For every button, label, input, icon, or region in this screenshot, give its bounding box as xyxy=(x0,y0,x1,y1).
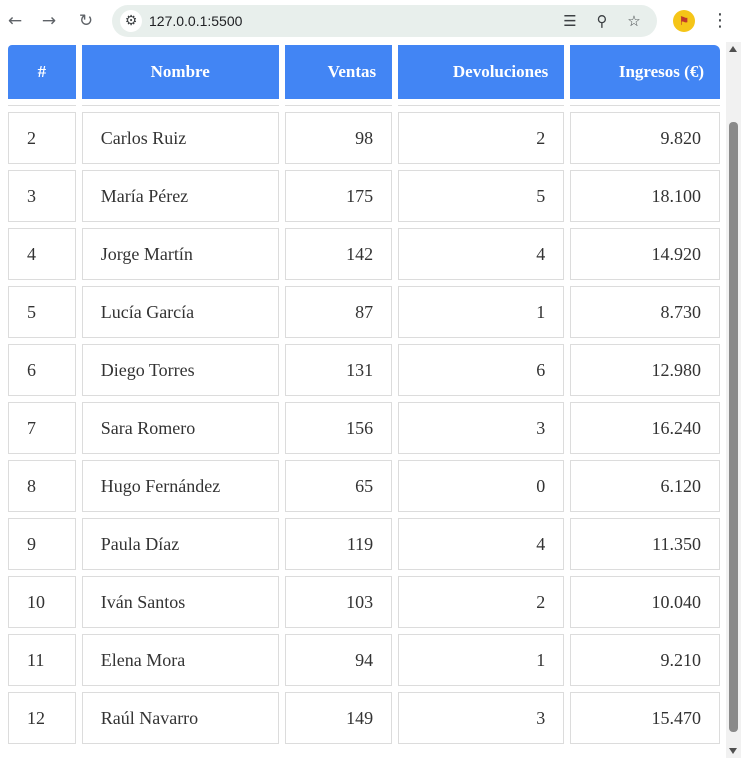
column-header-devoluciones: Devoluciones xyxy=(398,45,565,99)
url-text[interactable]: 127.0.0.1:5500 xyxy=(149,5,242,37)
cell-ingresos: 9.210 xyxy=(570,634,720,686)
table-row: 3 María Pérez 175 5 18.100 xyxy=(8,170,720,222)
cell-number: 8 xyxy=(8,460,76,512)
cell-ventas: 131 xyxy=(284,344,393,396)
cell-devoluciones: 5 xyxy=(398,170,565,222)
table-row: 11 Elena Mora 94 1 9.210 xyxy=(8,634,720,686)
table-cell xyxy=(570,105,720,106)
cell-name: Hugo Fernández xyxy=(81,460,279,512)
cell-number: 12 xyxy=(8,692,76,744)
translate-icon[interactable]: ☰ xyxy=(560,11,580,31)
cell-number: 3 xyxy=(8,170,76,222)
cell-name: María Pérez xyxy=(81,170,279,222)
cell-name: Sara Romero xyxy=(81,402,279,454)
cell-devoluciones: 3 xyxy=(398,402,565,454)
table-cell xyxy=(8,105,76,106)
cell-ventas: 142 xyxy=(284,228,393,280)
cell-number: 2 xyxy=(8,112,76,164)
cell-ventas: 119 xyxy=(284,518,393,570)
cell-devoluciones: 0 xyxy=(398,460,565,512)
cell-devoluciones: 4 xyxy=(398,228,565,280)
cell-ingresos: 15.470 xyxy=(570,692,720,744)
cell-number: 5 xyxy=(8,286,76,338)
vertical-scrollbar[interactable] xyxy=(726,42,741,758)
cell-ventas: 175 xyxy=(284,170,393,222)
cell-number: 4 xyxy=(8,228,76,280)
table-row: 7 Sara Romero 156 3 16.240 xyxy=(8,402,720,454)
cell-devoluciones: 2 xyxy=(398,112,565,164)
table-row: 4 Jorge Martín 142 4 14.920 xyxy=(8,228,720,280)
table-cell xyxy=(284,105,393,106)
cell-ingresos: 18.100 xyxy=(570,170,720,222)
cell-name: Raúl Navarro xyxy=(81,692,279,744)
table-row: 2 Carlos Ruiz 98 2 9.820 xyxy=(8,112,720,164)
arrow-left-icon[interactable]: ← xyxy=(4,10,26,32)
cell-ventas: 87 xyxy=(284,286,393,338)
scroll-down-icon[interactable] xyxy=(729,748,737,754)
browser-toolbar: ← → ↻ ⚙ 127.0.0.1:5500 ☰ ⚲ ☆ ⚑ ⋮ xyxy=(0,0,741,42)
table-row: 10 Iván Santos 103 2 10.040 xyxy=(8,576,720,628)
cell-ingresos: 8.730 xyxy=(570,286,720,338)
cell-name: Diego Torres xyxy=(81,344,279,396)
cell-devoluciones: 6 xyxy=(398,344,565,396)
cell-ingresos: 10.040 xyxy=(570,576,720,628)
cell-devoluciones: 3 xyxy=(398,692,565,744)
scrollbar-thumb[interactable] xyxy=(729,122,738,732)
cell-ventas: 94 xyxy=(284,634,393,686)
cell-name: Carlos Ruiz xyxy=(81,112,279,164)
table-row-partial xyxy=(8,105,720,106)
cell-number: 6 xyxy=(8,344,76,396)
cell-ventas: 98 xyxy=(284,112,393,164)
cell-name: Elena Mora xyxy=(81,634,279,686)
cell-devoluciones: 4 xyxy=(398,518,565,570)
column-header-ventas: Ventas xyxy=(284,45,393,99)
column-header-number: # xyxy=(8,45,76,99)
cell-number: 7 xyxy=(8,402,76,454)
table-cell xyxy=(398,105,565,106)
cell-name: Lucía García xyxy=(81,286,279,338)
address-bar[interactable]: ⚙ 127.0.0.1:5500 ☰ ⚲ ☆ xyxy=(112,5,657,37)
sales-table: # Nombre Ventas Devoluciones Ingresos (€… xyxy=(2,42,726,750)
extension-icon[interactable]: ⚑ xyxy=(673,10,695,32)
cell-number: 9 xyxy=(8,518,76,570)
table-header-row: # Nombre Ventas Devoluciones Ingresos (€… xyxy=(8,45,720,99)
table-row: 12 Raúl Navarro 149 3 15.470 xyxy=(8,692,720,744)
table-row: 6 Diego Torres 131 6 12.980 xyxy=(8,344,720,396)
cell-number: 11 xyxy=(8,634,76,686)
cell-ingresos: 12.980 xyxy=(570,344,720,396)
cell-name: Paula Díaz xyxy=(81,518,279,570)
cell-ingresos: 6.120 xyxy=(570,460,720,512)
cell-ingresos: 14.920 xyxy=(570,228,720,280)
table-row: 8 Hugo Fernández 65 0 6.120 xyxy=(8,460,720,512)
cell-devoluciones: 1 xyxy=(398,286,565,338)
cell-ingresos: 9.820 xyxy=(570,112,720,164)
cell-ventas: 65 xyxy=(284,460,393,512)
cell-devoluciones: 2 xyxy=(398,576,565,628)
kebab-menu-icon[interactable]: ⋮ xyxy=(710,10,730,32)
zoom-icon[interactable]: ⚲ xyxy=(592,11,612,31)
cell-name: Iván Santos xyxy=(81,576,279,628)
cell-name: Jorge Martín xyxy=(81,228,279,280)
table-row: 9 Paula Díaz 119 4 11.350 xyxy=(8,518,720,570)
table-row: 5 Lucía García 87 1 8.730 xyxy=(8,286,720,338)
table-cell xyxy=(81,105,279,106)
cell-ventas: 103 xyxy=(284,576,393,628)
cell-number: 10 xyxy=(8,576,76,628)
scroll-up-icon[interactable] xyxy=(729,46,737,52)
cell-ventas: 156 xyxy=(284,402,393,454)
reload-icon[interactable]: ↻ xyxy=(75,10,97,32)
column-header-ingresos: Ingresos (€) xyxy=(570,45,720,99)
cell-ventas: 149 xyxy=(284,692,393,744)
cell-devoluciones: 1 xyxy=(398,634,565,686)
star-icon[interactable]: ☆ xyxy=(624,11,644,31)
tune-icon[interactable]: ⚙ xyxy=(120,10,142,32)
cell-ingresos: 11.350 xyxy=(570,518,720,570)
column-header-name: Nombre xyxy=(81,45,279,99)
cell-ingresos: 16.240 xyxy=(570,402,720,454)
page-viewport: # Nombre Ventas Devoluciones Ingresos (€… xyxy=(0,42,726,758)
arrow-right-icon[interactable]: → xyxy=(38,10,60,32)
